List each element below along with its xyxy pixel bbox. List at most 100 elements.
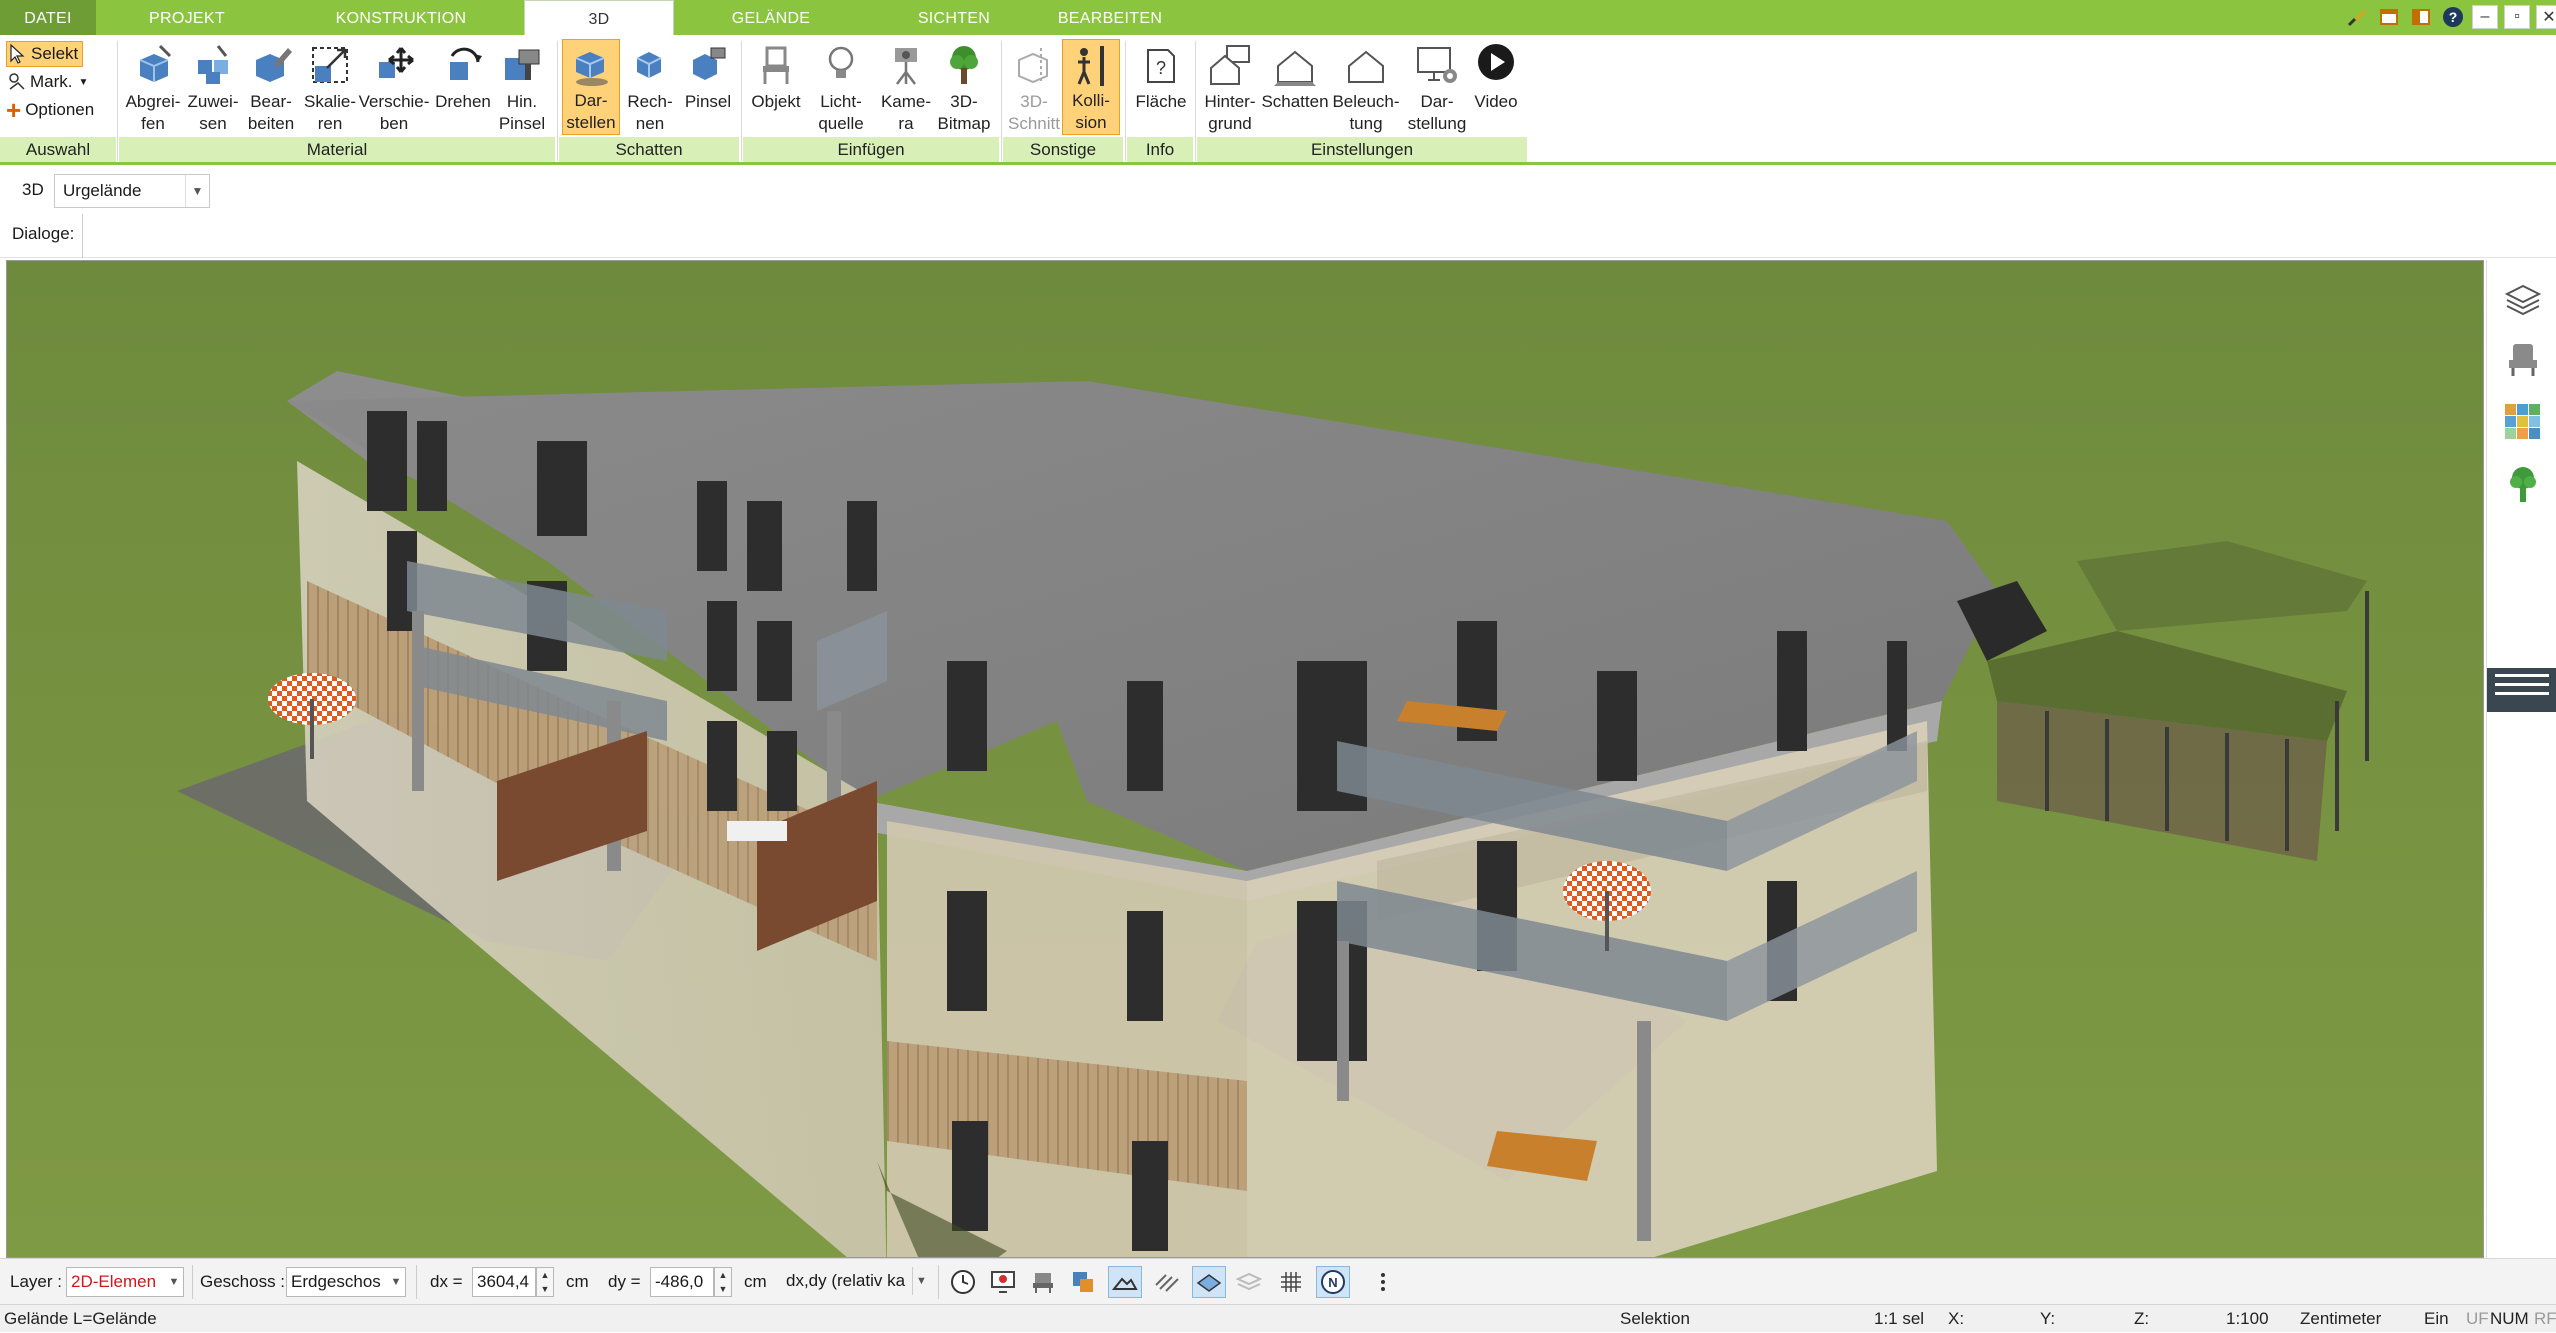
3d-viewport[interactable] bbox=[6, 260, 2484, 1258]
3d-schnitt-button[interactable]: 3D- Schnitt bbox=[1004, 39, 1064, 135]
kamera-button[interactable]: Kame- ra bbox=[874, 39, 938, 135]
skalieren-button[interactable]: Skalie- ren bbox=[298, 39, 362, 135]
hatch-icon[interactable] bbox=[1150, 1266, 1184, 1298]
status-y: Y: bbox=[2040, 1309, 2056, 1328]
chevron-down-icon: ▼ bbox=[387, 1268, 405, 1296]
furniture-icon[interactable] bbox=[1026, 1266, 1060, 1298]
hintergrund-button[interactable]: Hinter- grund bbox=[1198, 39, 1262, 135]
layer-select[interactable]: 2D-Elemen ▼ bbox=[66, 1267, 184, 1297]
schatten-pinsel-button[interactable]: Pinsel bbox=[680, 39, 736, 135]
hin-pinsel-button[interactable]: Hin. Pinsel bbox=[492, 39, 552, 135]
ribbon: Selekt Mark. ▼ + Optionen Auswahl Abgrei… bbox=[0, 35, 2556, 165]
dy-input[interactable]: -486,0 bbox=[650, 1267, 714, 1297]
darstellen-button[interactable]: Dar- stellen bbox=[562, 39, 620, 135]
lichtquelle-button[interactable]: Licht- quelle bbox=[806, 39, 876, 135]
svg-text:?: ? bbox=[1156, 58, 1166, 78]
optionen-button[interactable]: + Optionen bbox=[6, 97, 94, 123]
tab-projekt[interactable]: PROJEKT bbox=[96, 0, 278, 35]
panel-menu-handle[interactable] bbox=[2487, 668, 2556, 712]
verschieben-button[interactable]: Verschie- ben bbox=[356, 39, 432, 135]
status-scale: 1:100 bbox=[2226, 1309, 2269, 1328]
verschieben-label: Verschie- ben bbox=[358, 92, 430, 133]
light-bulb-icon bbox=[815, 39, 867, 91]
layout-icon[interactable] bbox=[2408, 5, 2434, 29]
window-icon[interactable] bbox=[2376, 5, 2402, 29]
schatten-settings-button[interactable]: Schatten bbox=[1260, 39, 1330, 135]
pipette-cube-icon bbox=[127, 39, 179, 91]
tab-sichten[interactable]: SICHTEN bbox=[868, 0, 1040, 35]
beleuchtung-button[interactable]: Beleuch- tung bbox=[1328, 39, 1404, 135]
cursor-icon bbox=[10, 43, 25, 64]
materials-palette-icon[interactable] bbox=[2499, 398, 2547, 446]
more-options-icon[interactable] bbox=[1366, 1266, 1400, 1298]
objekt-button[interactable]: Objekt bbox=[746, 39, 806, 135]
collision-person-icon bbox=[1065, 40, 1117, 90]
video-label: Video bbox=[1474, 92, 1518, 111]
brush-icon[interactable] bbox=[2344, 5, 2370, 29]
tab-gelaende[interactable]: GELÄNDE bbox=[674, 0, 868, 35]
darstellen-label: Dar- stellen bbox=[566, 91, 616, 132]
geschoss-select[interactable]: Erdgeschos ▼ bbox=[286, 1267, 406, 1297]
tab-datei[interactable]: DATEI bbox=[0, 0, 96, 35]
shadow-display-icon bbox=[565, 40, 617, 90]
tab-3d[interactable]: 3D bbox=[524, 0, 674, 36]
abgreifen-button[interactable]: Abgrei- fen bbox=[120, 39, 186, 135]
bearbeiten-button[interactable]: Bear- beiten bbox=[240, 39, 302, 135]
status-rf: RF bbox=[2534, 1309, 2556, 1328]
coord-mode-select[interactable]: dx,dy (relativ ka ▼ bbox=[782, 1267, 930, 1297]
coord-mode-value: dx,dy (relativ ka bbox=[786, 1271, 906, 1290]
window-controls: ? – ▫ ✕ bbox=[2338, 5, 2556, 29]
kollision-button[interactable]: Kolli- sion bbox=[1062, 39, 1120, 135]
status-bar: Gelände L=Gelände Selektion 1:1 sel X: Y… bbox=[0, 1304, 2556, 1332]
dx-input[interactable]: 3604,4 bbox=[472, 1267, 536, 1297]
restore-button[interactable]: ▫ bbox=[2504, 5, 2530, 29]
3d-bitmap-button[interactable]: 3D- Bitmap bbox=[932, 39, 996, 135]
right-side-panel bbox=[2486, 260, 2556, 1258]
status-element: Gelände L=Gelände bbox=[4, 1309, 157, 1328]
selekt-button[interactable]: Selekt bbox=[6, 41, 84, 67]
geschoss-label: Geschoss : bbox=[200, 1272, 286, 1291]
chevron-down-icon: ▼ bbox=[185, 175, 209, 207]
dy-stepper[interactable]: ▲ ▼ bbox=[714, 1267, 732, 1297]
edit-material-icon bbox=[245, 39, 297, 91]
tab-bearbeiten[interactable]: BEARBEITEN bbox=[1040, 0, 1180, 35]
video-button[interactable]: Video bbox=[1466, 39, 1526, 135]
layers-icon[interactable] bbox=[2499, 276, 2547, 324]
view-toolbar: 3D Urgelände ▼ bbox=[0, 168, 2556, 214]
terrain-icon[interactable] bbox=[1108, 1266, 1142, 1298]
flaeche-button[interactable]: ? Fläche bbox=[1130, 39, 1192, 135]
plane-icon[interactable] bbox=[1192, 1266, 1226, 1298]
minimize-button[interactable]: – bbox=[2472, 5, 2498, 29]
monitor-icon[interactable] bbox=[986, 1266, 1020, 1298]
north-icon[interactable]: N bbox=[1316, 1266, 1350, 1298]
assign-cube-icon bbox=[187, 39, 239, 91]
scale-icon bbox=[304, 39, 356, 91]
help-icon[interactable]: ? bbox=[2440, 5, 2466, 29]
dx-stepper[interactable]: ▲ ▼ bbox=[536, 1267, 554, 1297]
materials-icon[interactable] bbox=[1066, 1266, 1100, 1298]
tree-icon[interactable] bbox=[2499, 460, 2547, 508]
tree-icon bbox=[938, 39, 990, 91]
drehen-button[interactable]: Drehen bbox=[430, 39, 496, 135]
terrain-select[interactable]: Urgelände ▼ bbox=[54, 174, 210, 208]
mark-icon bbox=[9, 73, 25, 90]
3d-bitmap-label: 3D- Bitmap bbox=[937, 92, 991, 133]
grid-icon[interactable] bbox=[1274, 1266, 1308, 1298]
armchair-icon[interactable] bbox=[2499, 336, 2547, 384]
rotate-icon bbox=[437, 39, 489, 91]
status-z: Z: bbox=[2134, 1309, 2150, 1328]
close-button[interactable]: ✕ bbox=[2536, 5, 2556, 29]
darstellung-button[interactable]: Dar- stellung bbox=[1402, 39, 1472, 135]
svg-text:N: N bbox=[1328, 1275, 1337, 1290]
tab-konstruktion[interactable]: KONSTRUKTION bbox=[278, 0, 524, 35]
clock-icon[interactable] bbox=[946, 1266, 980, 1298]
terrain-select-value: Urgelände bbox=[63, 181, 142, 200]
layers-stack-icon[interactable] bbox=[1232, 1266, 1266, 1298]
background-house-icon bbox=[1204, 39, 1256, 91]
center-facade bbox=[887, 821, 1247, 1257]
3d-schnitt-label: 3D- Schnitt bbox=[1008, 92, 1060, 133]
mark-button[interactable]: Mark. ▼ bbox=[6, 69, 88, 95]
table bbox=[727, 821, 787, 841]
rechnen-button[interactable]: Rech- nen bbox=[620, 39, 680, 135]
zuweisen-button[interactable]: Zuwei- sen bbox=[182, 39, 244, 135]
